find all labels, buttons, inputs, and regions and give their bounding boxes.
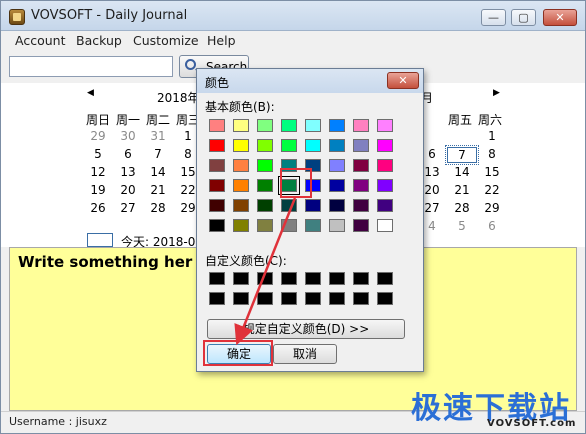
annotation-arrow-icon — [234, 197, 297, 346]
